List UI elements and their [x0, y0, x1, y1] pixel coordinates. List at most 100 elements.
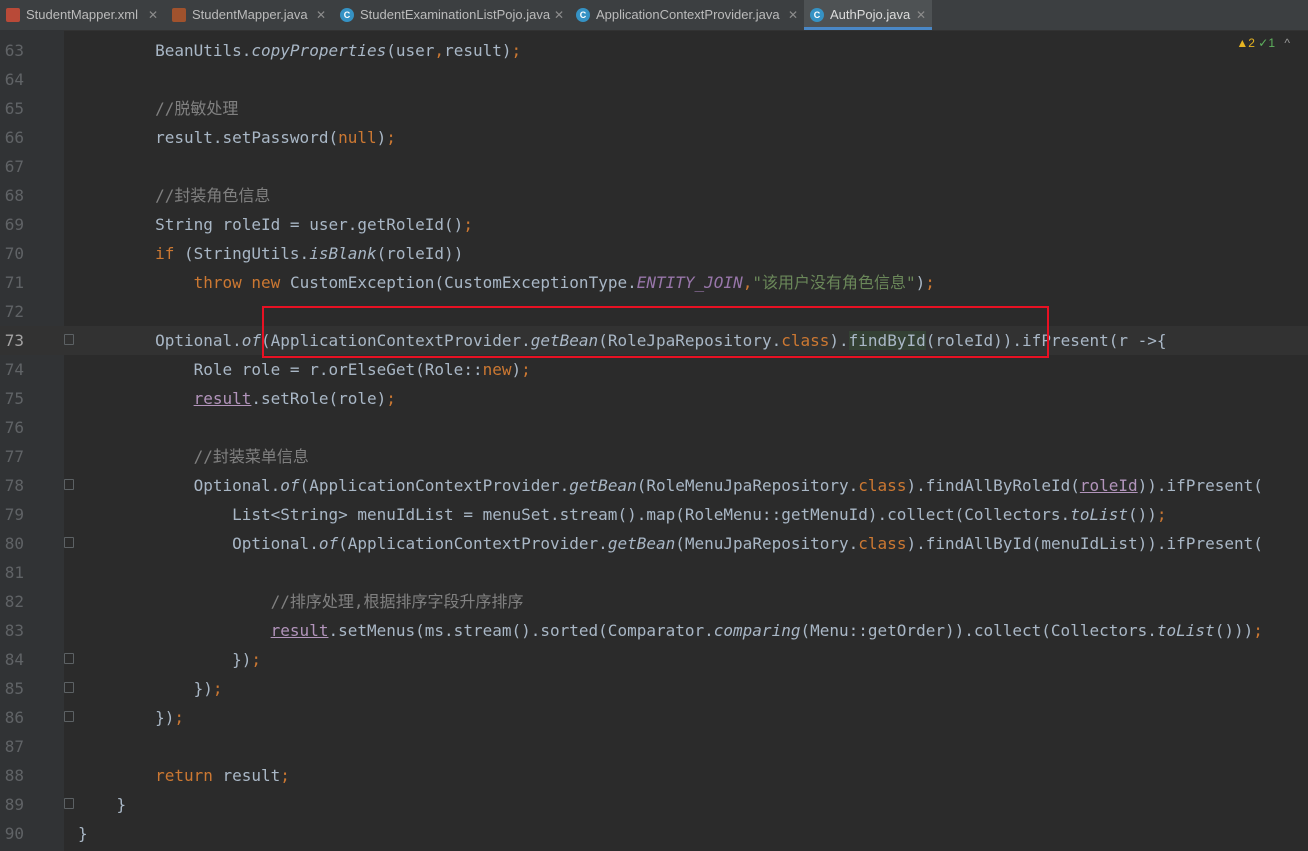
- code-text: result.setRole(role);: [193, 389, 396, 408]
- tab-studentmapper-xml[interactable]: StudentMapper.xml ✕: [0, 0, 160, 30]
- line-number: 65: [4, 99, 24, 118]
- line-number: 89: [4, 795, 24, 814]
- code-line[interactable]: 78 Optional.of(ApplicationContextProvide…: [0, 471, 1308, 500]
- line-number: 63: [4, 41, 24, 60]
- fold-marker-icon[interactable]: [64, 479, 74, 490]
- code-line[interactable]: 82 //排序处理,根据排序字段升序排序: [0, 587, 1308, 616]
- tab-label: StudentMapper.xml: [26, 7, 139, 22]
- code-line[interactable]: 68 //封装角色信息: [0, 181, 1308, 210]
- code-text: //脱敏处理: [78, 99, 239, 118]
- tab-studentmapper-java[interactable]: StudentMapper.java ✕: [166, 0, 328, 30]
- class-icon: C: [576, 8, 590, 22]
- annotation-highlight-box: [262, 306, 1049, 358]
- code-line[interactable]: 80 Optional.of(ApplicationContextProvide…: [0, 529, 1308, 558]
- fold-marker-icon[interactable]: [64, 682, 74, 693]
- code-text: String roleId = user.getRoleId();: [78, 215, 473, 234]
- code-line[interactable]: 89 }: [0, 790, 1308, 819]
- code-line[interactable]: 76: [0, 413, 1308, 442]
- close-icon[interactable]: ✕: [788, 0, 798, 30]
- close-icon[interactable]: ✕: [316, 0, 326, 30]
- code-line[interactable]: 66 result.setPassword(null);: [0, 123, 1308, 152]
- fold-marker-icon[interactable]: [64, 334, 74, 345]
- code-text: if (StringUtils.isBlank(roleId)): [155, 244, 464, 263]
- line-number: 73: [4, 331, 24, 350]
- line-number: 82: [4, 592, 24, 611]
- code-line[interactable]: 74 Role role = r.orElseGet(Role::new);: [0, 355, 1308, 384]
- code-line[interactable]: 84 });: [0, 645, 1308, 674]
- close-icon[interactable]: ✕: [554, 0, 564, 30]
- code-line[interactable]: 81: [0, 558, 1308, 587]
- code-line[interactable]: 77 //封装菜单信息: [0, 442, 1308, 471]
- line-number: 79: [4, 505, 24, 524]
- tab-studentexaminationlistpojo[interactable]: C StudentExaminationListPojo.java ✕: [334, 0, 566, 30]
- line-number: 64: [4, 70, 24, 89]
- code-text: }: [78, 795, 127, 814]
- editor-tab-bar: StudentMapper.xml ✕ StudentMapper.java ✕…: [0, 0, 1308, 31]
- line-number: 76: [4, 418, 24, 437]
- line-number: 69: [4, 215, 24, 234]
- code-line[interactable]: 87: [0, 732, 1308, 761]
- line-number: 67: [4, 157, 24, 176]
- line-number: 66: [4, 128, 24, 147]
- line-number: 72: [4, 302, 24, 321]
- tab-label: ApplicationContextProvider.java: [596, 7, 780, 22]
- code-line[interactable]: 71 throw new CustomException(CustomExcep…: [0, 268, 1308, 297]
- code-line[interactable]: 64: [0, 65, 1308, 94]
- class-icon: C: [810, 8, 824, 22]
- code-line[interactable]: 67: [0, 152, 1308, 181]
- code-editor[interactable]: 63 BeanUtils.copyProperties(user,result)…: [0, 30, 1308, 851]
- line-number: 84: [4, 650, 24, 669]
- ok-count[interactable]: ✓1: [1258, 36, 1275, 50]
- warning-count[interactable]: ▲2: [1236, 36, 1255, 50]
- fold-marker-icon[interactable]: [64, 653, 74, 664]
- close-icon[interactable]: ✕: [916, 0, 926, 30]
- close-icon[interactable]: ✕: [148, 0, 158, 30]
- line-number: 81: [4, 563, 24, 582]
- code-line[interactable]: 75 result.setRole(role);: [0, 384, 1308, 413]
- fold-marker-icon[interactable]: [64, 537, 74, 548]
- code-line[interactable]: 85 });: [0, 674, 1308, 703]
- line-number: 74: [4, 360, 24, 379]
- line-number: 77: [4, 447, 24, 466]
- chevron-up-icon[interactable]: ^: [1284, 36, 1290, 50]
- fold-marker-icon[interactable]: [64, 798, 74, 809]
- line-number: 87: [4, 737, 24, 756]
- code-line[interactable]: 65 //脱敏处理: [0, 94, 1308, 123]
- code-text: //排序处理,根据排序字段升序排序: [78, 592, 524, 611]
- line-number: 68: [4, 186, 24, 205]
- code-line[interactable]: 83 result.setMenus(ms.stream().sorted(Co…: [0, 616, 1308, 645]
- code-line[interactable]: 79 List<String> menuIdList = menuSet.str…: [0, 500, 1308, 529]
- tab-label: StudentExaminationListPojo.java: [360, 7, 551, 22]
- tab-label: StudentMapper.java: [192, 7, 308, 22]
- code-text: });: [78, 679, 223, 698]
- code-line[interactable]: 90}: [0, 819, 1308, 848]
- line-number: 70: [4, 244, 24, 263]
- line-number: 75: [4, 389, 24, 408]
- inspection-widget[interactable]: ▲2 ✓1 ^: [1236, 36, 1290, 50]
- line-number: 78: [4, 476, 24, 495]
- code-text: //封装菜单信息: [78, 447, 309, 466]
- tab-applicationcontextprovider[interactable]: C ApplicationContextProvider.java ✕: [570, 0, 802, 30]
- code-text: result.setMenus(ms.stream().sorted(Compa…: [270, 621, 1263, 640]
- code-line[interactable]: 86 });: [0, 703, 1308, 732]
- line-number: 80: [4, 534, 24, 553]
- code-text: return result;: [155, 766, 290, 785]
- code-line[interactable]: 88 return result;: [0, 761, 1308, 790]
- line-number: 71: [4, 273, 24, 292]
- tab-label: AuthPojo.java: [830, 7, 911, 22]
- code-text: });: [78, 650, 262, 669]
- code-text: Optional.of(ApplicationContextProvider.g…: [78, 534, 1263, 553]
- code-text: throw new CustomException(CustomExceptio…: [193, 273, 935, 292]
- xml-file-icon: [6, 8, 20, 22]
- code-line[interactable]: 70 if (StringUtils.isBlank(roleId)): [0, 239, 1308, 268]
- line-number: 86: [4, 708, 24, 727]
- tab-authpojo[interactable]: C AuthPojo.java ✕: [804, 0, 932, 30]
- code-line[interactable]: 63 BeanUtils.copyProperties(user,result)…: [0, 36, 1308, 65]
- code-line[interactable]: 69 String roleId = user.getRoleId();: [0, 210, 1308, 239]
- code-text: result.setPassword(null);: [78, 128, 396, 147]
- java-file-icon: [172, 8, 186, 22]
- code-text: });: [78, 708, 184, 727]
- fold-marker-icon[interactable]: [64, 711, 74, 722]
- line-number: 85: [4, 679, 24, 698]
- code-text: Role role = r.orElseGet(Role::new);: [78, 360, 531, 379]
